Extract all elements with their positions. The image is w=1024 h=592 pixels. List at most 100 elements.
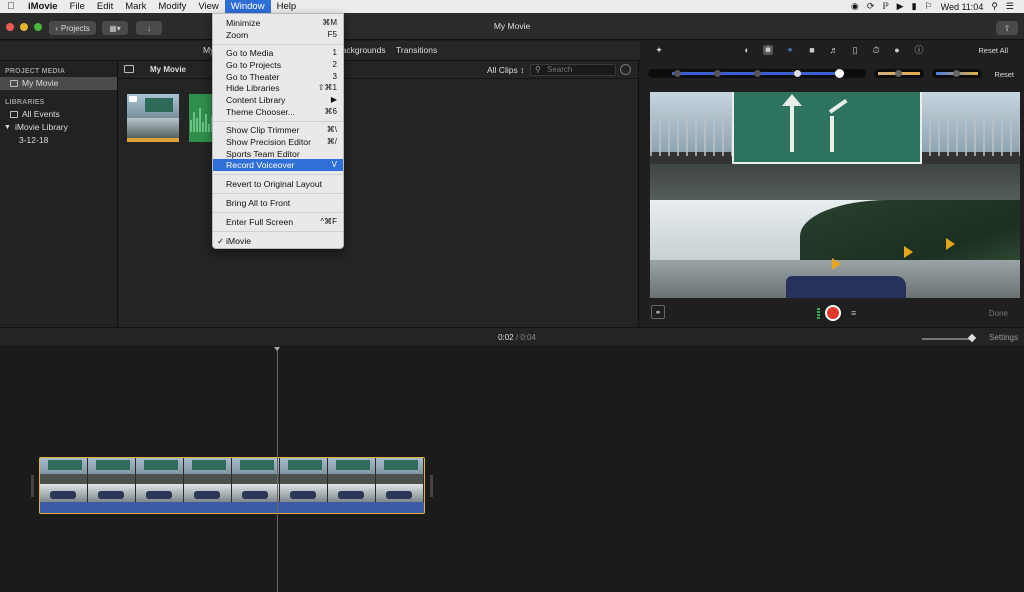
menu-item-show-clip-trimmer[interactable]: Show Clip Trimmer ⌘\ [213,124,343,136]
volume-icon[interactable]: ▶ [897,1,904,12]
menu-item-show-precision-editor[interactable]: Show Precision Editor ⌘/ [213,136,343,148]
menu-item-bring-all-to-front[interactable]: Bring All to Front [213,197,343,209]
sidebar-item-event[interactable]: 3-12-18 [0,134,117,147]
color-balance-icon[interactable]: ◐ [742,45,752,55]
audio-clip-thumbnail[interactable] [189,94,213,142]
brightness-contrast-slider[interactable] [648,69,866,78]
reset-button[interactable]: Reset [994,70,1014,79]
toolbar: ‹ Projects ▦▾ ↓ My Movie ⇧ [0,13,1024,40]
waveform-icon [190,108,213,132]
video-preview [650,92,1020,298]
browser-title: My Movie [150,65,187,74]
playhead[interactable] [274,347,280,592]
slider-handle[interactable] [754,70,761,77]
menu-item-enter-full-screen[interactable]: Enter Full Screen ^⌘F [213,216,343,228]
search-icon: ⚲ [535,65,541,74]
saturation-slider[interactable] [874,69,924,78]
total-time: 0:04 [520,333,536,342]
timecode: 0:02 / 0:04 [0,333,1024,342]
bluetooth-icon[interactable]: ℙ [882,1,888,12]
menu-file[interactable]: File [64,0,91,13]
sidebar-item-imovie-library[interactable]: ▼ iMovie Library [0,121,117,134]
clip-trim-handle-left[interactable] [31,475,34,497]
gear-icon[interactable] [620,64,631,75]
search-icon[interactable]: ⚲ [991,1,998,12]
adjustment-bar: ✦ ◐ ✸ ⌖ ■ ♬ ▯ ⏱ ● ⓘ Reset All [640,41,1024,59]
apple-icon[interactable]:  [0,1,22,12]
menu-item-content-library[interactable]: Content Library ▶ [213,94,343,106]
menu-item-minimize[interactable]: Minimize ⌘M [213,17,343,29]
menu-item-go-to-media[interactable]: Go to Media 1 [213,47,343,59]
user-icon[interactable]: ◉ [851,1,859,12]
slider-handle[interactable] [674,70,681,77]
record-button[interactable] [825,305,841,321]
menu-item-imovie-window[interactable]: ✓ iMovie [213,235,343,247]
speed-icon[interactable]: ⏱ [871,45,881,55]
menu-item-go-to-projects[interactable]: Go to Projects 2 [213,59,343,71]
info-icon[interactable]: ⓘ [914,45,924,55]
menu-item-theme-chooser[interactable]: Theme Chooser... ⌘6 [213,106,343,118]
search-input[interactable]: ⚲ Search [530,64,616,76]
slider-handle[interactable] [895,70,902,77]
menu-mark[interactable]: Mark [119,0,152,13]
slider-handle[interactable] [714,70,721,77]
window-menu-dropdown: Minimize ⌘M Zoom F5 Go to Media 1 Go to Pro… [212,13,344,249]
menu-item-revert-layout[interactable]: Revert to Original Layout [213,178,343,190]
menu-help[interactable]: Help [271,0,303,13]
sync-icon[interactable]: ⟳ [867,1,875,12]
menu-modify[interactable]: Modify [152,0,192,13]
magic-wand-icon[interactable]: ✦ [654,45,664,55]
menu-separator [213,212,343,213]
microphone-icon[interactable]: ⚭ [651,305,665,319]
clip-audio-track[interactable] [40,502,424,513]
crop-icon[interactable]: ⌖ [785,45,795,55]
disclosure-triangle-icon[interactable]: ▼ [4,121,11,134]
share-button[interactable]: ⇧ [996,21,1018,35]
menu-item-zoom[interactable]: Zoom F5 [213,29,343,41]
menu-window[interactable]: Window [224,0,271,13]
search-placeholder: Search [547,65,573,74]
slider-handle[interactable] [794,70,801,77]
control-center-icon[interactable]: ☰ [1006,1,1014,12]
camera-icon [129,96,137,102]
temperature-slider[interactable] [932,69,982,78]
sidebar-item-label: iMovie Library [14,122,68,132]
menu-item-hide-libraries[interactable]: Hide Libraries ⇧⌘1 [213,82,343,94]
film-icon [10,80,18,87]
sidebar-item-my-movie[interactable]: My Movie [0,77,117,90]
menu-item-record-voiceover[interactable]: Record Voiceover V [213,159,343,171]
sidebar-item-all-events[interactable]: All Events [0,108,117,121]
input-source-flag-icon[interactable]: ⚐ [925,1,933,12]
noise-reduction-icon[interactable]: ▯ [850,45,860,55]
slider-handle[interactable] [953,70,960,77]
video-clip-thumbnail[interactable] [127,94,179,142]
menu-edit[interactable]: Edit [91,0,119,13]
libraries-sidebar: PROJECT MEDIA My Movie LIBRARIES All Eve… [0,61,118,327]
time-separator: / [515,333,519,342]
sidebar-item-label: All Events [22,109,60,119]
clip-filter-icon[interactable]: ● [892,45,902,55]
clip-filter-select[interactable]: All Clips ↕ [487,65,524,75]
color-correction-icon[interactable]: ✸ [763,45,773,55]
menu-app-name[interactable]: iMovie [22,0,64,13]
stabilization-icon[interactable]: ■ [807,45,817,55]
timeline-settings-button[interactable]: Settings [989,333,1018,342]
clock[interactable]: Wed 11:04 [941,2,984,12]
chevron-updown-icon: ↕ [520,65,525,75]
battery-icon[interactable]: ▮ [912,1,917,12]
menu-separator [213,193,343,194]
sidebar-toggle-icon[interactable] [124,65,134,73]
share-icon: ⇧ [1003,23,1011,33]
timeline-zoom-slider[interactable] [922,338,974,340]
menu-view[interactable]: View [192,0,224,13]
clip-trim-handle-right[interactable] [430,475,433,497]
timeline-header: 0:02 / 0:04 Settings [0,327,1024,347]
voiceover-options-icon[interactable]: ≡ [851,308,856,318]
timeline-clip[interactable] [39,457,425,514]
volume-icon[interactable]: ♬ [829,45,839,55]
done-button[interactable]: Done [989,309,1008,318]
timeline[interactable] [0,347,1024,592]
tab-transitions[interactable]: Transitions [396,45,437,55]
reset-all-button[interactable]: Reset All [978,46,1008,55]
slider-handle[interactable] [835,69,844,78]
